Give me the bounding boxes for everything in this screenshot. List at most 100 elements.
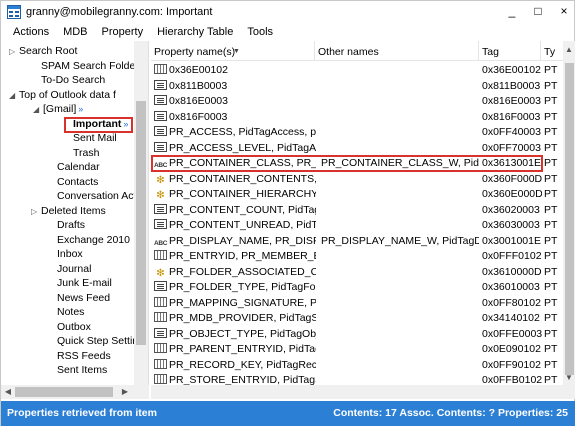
tree-horizontal-scrollbar[interactable]: ◀ ▶ xyxy=(1,385,149,399)
menu-actions[interactable]: Actions xyxy=(1,26,57,38)
cell-property-name: PR_ACCESS, PidTagAccess, pta... xyxy=(154,125,316,140)
selected-row-highlight xyxy=(151,155,543,172)
cell-other-names xyxy=(321,296,479,311)
tree-item[interactable]: Outbox xyxy=(57,320,134,334)
table-row[interactable]: PR_MAPPING_SIGNATURE, Pid... 0x0FF80102PT xyxy=(151,296,563,311)
cell-other-names xyxy=(321,327,479,342)
tree-item-label: Sent Items xyxy=(57,364,108,376)
expand-arrow-icon[interactable]: ▷ xyxy=(31,205,41,218)
tree-item[interactable]: Drafts xyxy=(57,218,134,232)
scroll-up-icon[interactable]: ▲ xyxy=(563,43,575,57)
property-name-text: PR_DISPLAY_NAME, PR_DISPLA... xyxy=(169,234,316,247)
tree-item[interactable]: Sent Mail xyxy=(73,131,134,145)
tree-item[interactable]: Notes xyxy=(57,305,134,319)
expand-arrow-icon[interactable]: ▷ xyxy=(9,45,19,58)
cell-property-name: PR_CONTENT_UNREAD, PidTa... xyxy=(154,218,316,233)
column-tag[interactable]: Tag xyxy=(479,41,541,61)
table-row[interactable]: 0x816F0003 0x816F0003 PT xyxy=(151,110,563,125)
menu-hierarchy-table[interactable]: Hierarchy Table xyxy=(151,26,241,38)
maximize-button[interactable]: □ xyxy=(532,4,544,18)
list-vertical-scroll-thumb[interactable] xyxy=(565,63,574,375)
tree-item[interactable]: ▷ Search Root xyxy=(9,44,134,58)
tree-item[interactable]: Journal xyxy=(57,262,134,276)
table-row[interactable]: PR_RECORD_KEY, PidTagRecor... 0x0FF90102P… xyxy=(151,358,563,373)
column-property-name[interactable]: Property name(s) ▼ xyxy=(151,41,315,61)
integer-type-icon xyxy=(154,110,167,121)
status-bar: Properties retrieved from item Contents:… xyxy=(1,401,575,426)
tree-item-label: Inbox xyxy=(57,248,83,260)
table-row[interactable]: PR_CONTENT_COUNT, PidTag... 0x36020003 PT xyxy=(151,203,563,218)
cell-type: PT xyxy=(544,172,558,185)
menu-mdb[interactable]: MDB xyxy=(57,26,95,38)
cell-property-name: 0x816E0003 xyxy=(154,94,316,109)
scroll-right-icon[interactable]: ▶ xyxy=(119,385,131,399)
table-row[interactable]: PR_ACCESS, PidTagAccess, pta... 0x0FF4000… xyxy=(151,125,563,140)
tree-item[interactable]: Conversation Act xyxy=(57,189,134,203)
column-other-names[interactable]: Other names xyxy=(315,41,479,61)
property-name-text: PR_FOLDER_ASSOCIATED_CON... xyxy=(169,265,316,278)
binary-type-icon xyxy=(154,250,167,260)
tree-item[interactable]: Contacts xyxy=(57,175,134,189)
property-name-text: 0x811B0003 xyxy=(169,79,228,92)
menu-tools[interactable]: Tools xyxy=(241,26,281,38)
tree-item[interactable]: RSS Feeds xyxy=(57,349,134,363)
tree-item[interactable]: SPAM Search Folder 2 xyxy=(41,59,134,73)
property-list: Property name(s) ▼ Other names Tag Ty 0x… xyxy=(151,41,575,399)
column-type[interactable]: Ty xyxy=(541,41,565,61)
binary-type-icon xyxy=(154,358,167,369)
property-name-text: 0x816F0003 xyxy=(169,110,228,123)
list-vertical-scrollbar[interactable]: ▲ ▼ xyxy=(563,41,575,385)
table-row[interactable]: 0x816E0003 0x816E0003 PT xyxy=(151,94,563,109)
tree-horizontal-scroll-thumb[interactable] xyxy=(15,387,113,397)
table-row[interactable]: 0x811B0003 0x811B0003 PT xyxy=(151,79,563,94)
folder-link-icon[interactable]: » xyxy=(78,104,83,114)
table-row[interactable]: ❇ PR_CONTAINER_CONTENTS, Pi... 0x360F000DP… xyxy=(151,172,563,187)
tree-item-label: Drafts xyxy=(57,219,86,231)
tree-item[interactable]: Quick Step Setting xyxy=(57,334,134,348)
table-row[interactable]: PR_CONTENT_UNREAD, PidTa... 0x36030003 PT xyxy=(151,218,563,233)
tree-item-label: Exchange 2010 xyxy=(57,233,130,246)
table-row[interactable]: PR_ENTRYID, PR_MEMBER_ENT... 0x0FFF0102PT xyxy=(151,249,563,264)
table-row[interactable]: PR_PARENT_ENTRYID, PidTagP... 0x0E090102P… xyxy=(151,342,563,357)
menu-property[interactable]: Property xyxy=(96,26,152,38)
integer-type-icon xyxy=(154,95,167,105)
scroll-down-icon[interactable]: ▼ xyxy=(563,371,575,385)
list-horizontal-scrollbar[interactable] xyxy=(151,385,575,399)
tree-item[interactable]: Inbox xyxy=(57,247,134,261)
tree-item[interactable]: Calendar xyxy=(57,160,134,174)
integer-type-icon xyxy=(154,141,167,152)
tree-vertical-scrollbar[interactable] xyxy=(134,41,148,385)
cell-tag: 0x0E090102 xyxy=(482,343,541,355)
scroll-left-icon[interactable]: ◀ xyxy=(2,385,14,399)
table-row[interactable]: 0x36E00102 0x36E00102 PT xyxy=(151,63,563,78)
expand-arrow-icon[interactable]: ◢ xyxy=(33,103,43,116)
binary-type-icon xyxy=(154,374,167,384)
tree-item[interactable]: ▷ Deleted Items xyxy=(31,204,134,218)
selected-folder-highlight xyxy=(64,117,133,133)
tree-item[interactable]: Exchange 2010 xyxy=(57,233,134,247)
table-row[interactable]: ❇ PR_CONTAINER_HIERARCHY, P... 0x360E000DP… xyxy=(151,187,563,202)
table-row[interactable]: PR_MDB_PROVIDER, PidTagSto... 0x34140102 P… xyxy=(151,311,563,326)
minimize-button[interactable]: _ xyxy=(506,4,518,18)
table-row[interactable]: PR_ACCESS_LEVEL, PidTagAcce... 0x0FF70003… xyxy=(151,141,563,156)
tree-item[interactable]: ◢ [Gmail]» xyxy=(33,102,134,116)
table-row[interactable]: PR_FOLDER_TYPE, PidTagFolde... 0x36010003… xyxy=(151,280,563,295)
tree-item-label: Calendar xyxy=(57,161,100,173)
tree-item[interactable]: ◢ Top of Outlook data f xyxy=(9,88,134,102)
tree-item[interactable]: Sent Items xyxy=(57,363,134,377)
binary-type-icon xyxy=(154,343,167,353)
table-row[interactable]: ❇ PR_FOLDER_ASSOCIATED_CON... 0x3610000DPT xyxy=(151,265,563,280)
cell-other-names xyxy=(321,218,479,233)
tree-item[interactable]: To-Do Search xyxy=(41,73,134,87)
tree-item[interactable]: Trash xyxy=(73,146,134,160)
expand-arrow-icon[interactable]: ◢ xyxy=(9,89,19,102)
tree-vertical-scroll-thumb[interactable] xyxy=(136,101,146,345)
tree-item[interactable]: Junk E-mail xyxy=(57,276,134,290)
close-button[interactable]: × xyxy=(558,4,570,18)
tree-item[interactable]: News Feed xyxy=(57,291,134,305)
table-row[interactable]: PR_OBJECT_TYPE, PidTagObjec... 0x0FFE0003… xyxy=(151,327,563,342)
property-name-text: PR_CONTENT_UNREAD, PidTa... xyxy=(169,219,316,231)
property-name-text: PR_CONTAINER_CONTENTS, Pi... xyxy=(169,172,316,185)
table-row[interactable]: ABCPR_DISPLAY_NAME, PR_DISPLA...PR_DISPL… xyxy=(151,234,563,249)
property-name-text: PR_ACCESS_LEVEL, PidTagAcce... xyxy=(169,141,316,154)
